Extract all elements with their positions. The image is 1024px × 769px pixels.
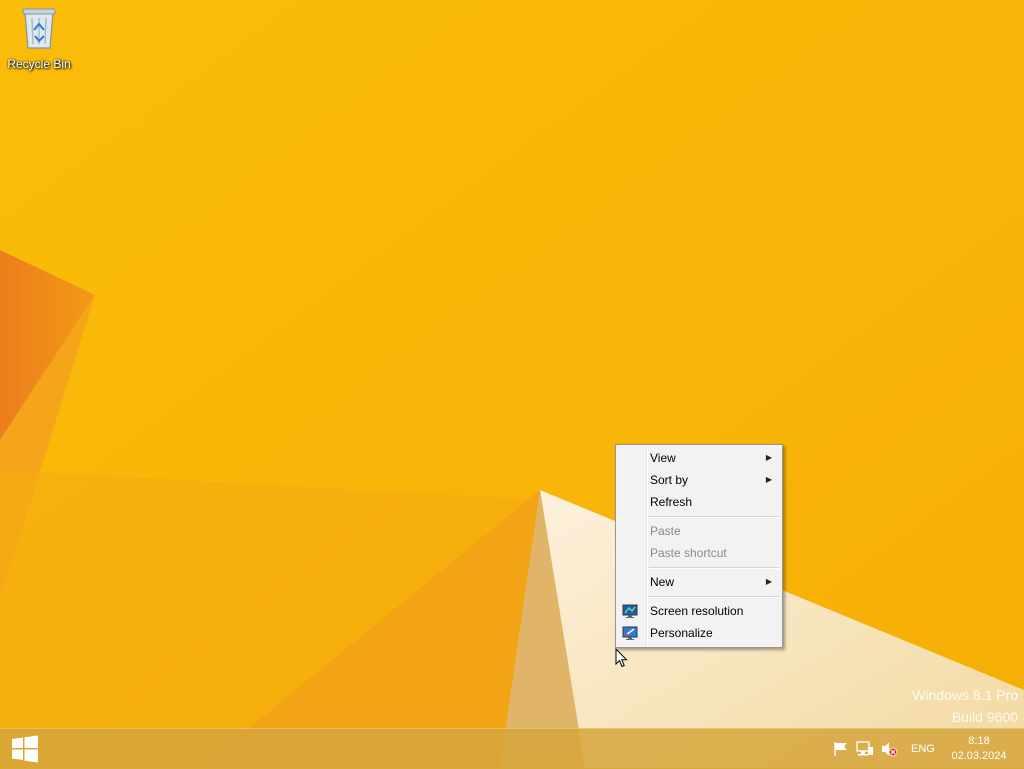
menu-item-personalize[interactable]: Personalize (618, 622, 780, 644)
submenu-arrow-icon: ▶ (765, 577, 772, 586)
start-button[interactable] (0, 729, 50, 769)
menu-item-label: Paste shortcut (650, 546, 727, 560)
menu-item-new[interactable]: New ▶ (618, 571, 780, 593)
menu-separator (649, 567, 780, 569)
menu-item-label: Refresh (650, 495, 693, 509)
menu-item-label: Personalize (650, 626, 713, 640)
menu-item-refresh[interactable]: Refresh (618, 491, 780, 513)
taskbar: ENG 8:18 02.03.2024 (0, 728, 1024, 769)
mouse-cursor-icon (615, 648, 628, 668)
menu-item-sort-by[interactable]: Sort by ▶ (618, 469, 780, 491)
network-icon[interactable] (856, 741, 874, 757)
watermark-edition: Windows 8.1 Pro (912, 687, 1018, 703)
menu-item-screen-resolution[interactable]: Screen resolution (618, 600, 780, 622)
clock-date: 02.03.2024 (951, 750, 1007, 762)
display-icon (622, 604, 638, 618)
clock-time: 8:18 (968, 735, 990, 747)
recycle-bin-icon (22, 8, 56, 49)
windows-build-watermark: Windows 8.1 Pro Build 9600 (912, 684, 1018, 728)
personalize-icon (622, 626, 638, 640)
system-clock[interactable]: 8:18 02.03.2024 (946, 734, 1012, 764)
input-language-indicator[interactable]: ENG (911, 729, 935, 769)
menu-item-view[interactable]: View ▶ (618, 447, 780, 469)
menu-item-paste: Paste (618, 520, 780, 542)
menu-separator (649, 516, 780, 518)
watermark-build: Build 9600 (951, 709, 1018, 725)
recycle-bin-label: Recycle Bin (7, 57, 71, 71)
speaker-muted-icon[interactable] (880, 741, 898, 757)
submenu-arrow-icon: ▶ (765, 453, 772, 462)
menu-item-label: New (650, 575, 675, 589)
desktop-wallpaper (0, 0, 1024, 768)
menu-item-label: Paste (650, 524, 681, 538)
menu-item-paste-shortcut: Paste shortcut (618, 542, 780, 564)
menu-separator (649, 596, 780, 598)
menu-item-label: Screen resolution (650, 604, 744, 618)
menu-item-label: View (650, 451, 676, 465)
menu-item-label: Sort by (650, 473, 689, 487)
desktop-context-menu: View ▶ Sort by ▶ Refresh Paste Paste sho… (615, 444, 783, 648)
recycle-bin-shortcut[interactable]: Recycle Bin (4, 4, 74, 74)
action-center-flag-icon[interactable] (832, 741, 850, 757)
submenu-arrow-icon: ▶ (765, 475, 772, 484)
windows-logo-icon (12, 735, 38, 763)
